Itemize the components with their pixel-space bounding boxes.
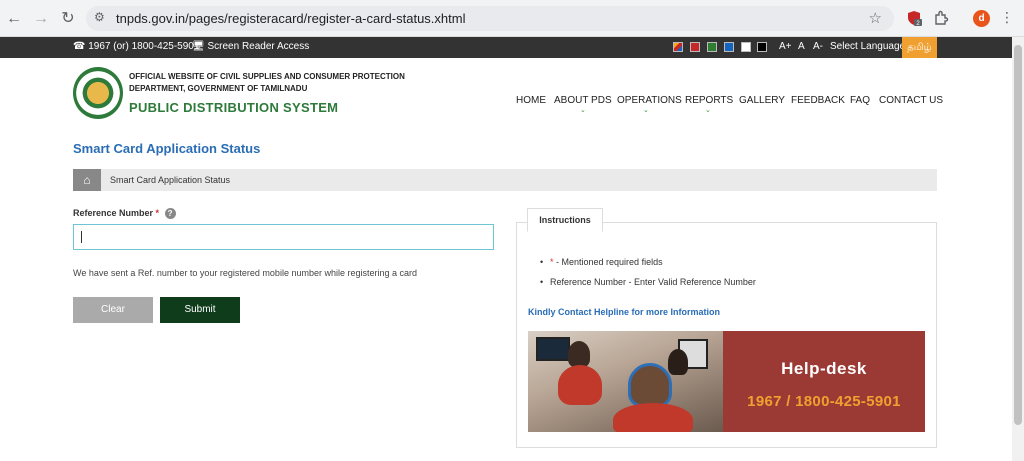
browser-menu-icon[interactable]: ⋮ <box>1000 9 1014 26</box>
url-text: tnpds.gov.in/pages/registeracard/registe… <box>116 11 466 26</box>
page-title: Smart Card Application Status <box>73 141 261 156</box>
operator-body <box>558 365 602 405</box>
screen-reader-link[interactable]: 🖥 Screen Reader Access <box>192 41 309 52</box>
tamilnadu-emblem-logo <box>73 67 123 119</box>
bookmark-star-icon[interactable]: ☆ <box>869 9 882 27</box>
nav-operations[interactable]: OPERATIONS <box>617 95 682 106</box>
extensions-puzzle-icon[interactable] <box>933 10 949 26</box>
reference-number-label: Reference Number * ? <box>73 208 176 220</box>
operations-chevron-icon: ⌄ <box>643 107 649 114</box>
org-name-line1: OFFICIAL WEBSITE OF CIVIL SUPPLIES AND C… <box>129 72 405 81</box>
helpline-info-text: Kindly Contact Helpline for more Informa… <box>528 307 721 317</box>
address-bar[interactable]: ⚙ tnpds.gov.in/pages/registeracard/regis… <box>86 6 894 31</box>
theme-color-white[interactable] <box>741 42 751 52</box>
reference-number-note: We have sent a Ref. number to your regis… <box>73 268 418 278</box>
scrollbar-thumb[interactable] <box>1014 45 1022 425</box>
reference-number-input[interactable] <box>73 224 494 250</box>
theme-color-black[interactable] <box>757 42 767 52</box>
instructions-tab[interactable]: Instructions <box>527 208 603 232</box>
back-arrow-icon[interactable]: ← <box>4 9 24 29</box>
agent-head <box>628 363 672 407</box>
home-icon[interactable]: ⌂ <box>73 169 101 191</box>
required-asterisk: * <box>155 208 160 218</box>
instruction-text: - Mentioned required fields <box>553 257 663 267</box>
site-info-icon[interactable]: ⚙ <box>94 10 105 24</box>
clear-button[interactable]: Clear <box>73 297 153 323</box>
forward-arrow-icon[interactable]: → <box>31 9 51 29</box>
nav-home[interactable]: HOME <box>516 95 546 106</box>
theme-color-multi[interactable] <box>673 42 683 52</box>
theme-color-green[interactable] <box>707 42 717 52</box>
reload-icon[interactable]: ↻ <box>58 9 78 29</box>
page-scrollbar[interactable] <box>1012 37 1024 461</box>
screen-reader-text: Screen Reader Access <box>207 41 310 52</box>
helpdesk-photo <box>528 331 723 432</box>
nav-about-pds[interactable]: ABOUT PDS <box>554 95 612 106</box>
nav-reports[interactable]: REPORTS <box>685 95 733 106</box>
operator-head <box>668 349 688 375</box>
agent-body <box>613 403 693 432</box>
helpdesk-banner: Help-desk 1967 / 1800-425-5901 <box>528 331 925 432</box>
breadcrumb-current: Smart Card Application Status <box>110 175 231 185</box>
select-language-label: Select Language <box>830 41 906 52</box>
helpline-phone: ☎ 1967 (or) 1800-425-5901 <box>73 41 200 52</box>
reports-chevron-icon: ⌄ <box>705 107 711 114</box>
theme-color-red[interactable] <box>690 42 700 52</box>
profile-avatar[interactable]: d <box>973 10 990 27</box>
operator-head <box>568 341 590 367</box>
nav-faq[interactable]: FAQ <box>850 95 870 106</box>
helpdesk-phone: 1967 / 1800-425-5901 <box>747 393 901 410</box>
utility-strip: ☎ 1967 (or) 1800-425-5901 🖥 Screen Reade… <box>0 37 1012 58</box>
nav-gallery[interactable]: GALLERY <box>739 95 785 106</box>
instruction-item: * - Mentioned required fields <box>540 257 756 267</box>
font-increase-button[interactable]: A+ <box>779 41 792 52</box>
instruction-item: Reference Number - Enter Valid Reference… <box>540 277 756 287</box>
nav-feedback[interactable]: FEEDBACK <box>791 95 845 106</box>
font-decrease-button[interactable]: A- <box>813 41 823 52</box>
site-title: PUBLIC DISTRIBUTION SYSTEM <box>129 100 339 115</box>
browser-toolbar: ← → ↻ ⚙ tnpds.gov.in/pages/registeracard… <box>0 0 1024 37</box>
monitor-graphic <box>536 337 570 361</box>
font-normal-button[interactable]: A <box>798 41 805 52</box>
tamil-language-button[interactable]: தமிழ் <box>902 37 937 58</box>
reference-number-label-text: Reference Number <box>73 208 154 218</box>
helpdesk-info-panel: Help-desk 1967 / 1800-425-5901 <box>723 331 925 432</box>
text-cursor <box>81 231 82 243</box>
submit-button[interactable]: Submit <box>160 297 240 323</box>
breadcrumb: ⌂ Smart Card Application Status <box>73 169 937 191</box>
nav-contact-us[interactable]: CONTACT US <box>879 95 943 106</box>
org-name-line2: DEPARTMENT, GOVERNMENT OF TAMILNADU <box>129 84 308 93</box>
about-pds-chevron-icon: ⌄ <box>580 107 586 114</box>
instruction-text: Reference Number - Enter Valid Reference… <box>550 277 756 287</box>
theme-color-blue[interactable] <box>724 42 734 52</box>
helpdesk-title: Help-desk <box>781 359 867 378</box>
helpline-phone-text: 1967 (or) 1800-425-5901 <box>88 41 200 52</box>
instructions-list: * - Mentioned required fields Reference … <box>540 257 756 297</box>
help-question-icon[interactable]: ? <box>164 208 176 220</box>
extension-shield-icon[interactable]: 2 <box>906 10 922 26</box>
